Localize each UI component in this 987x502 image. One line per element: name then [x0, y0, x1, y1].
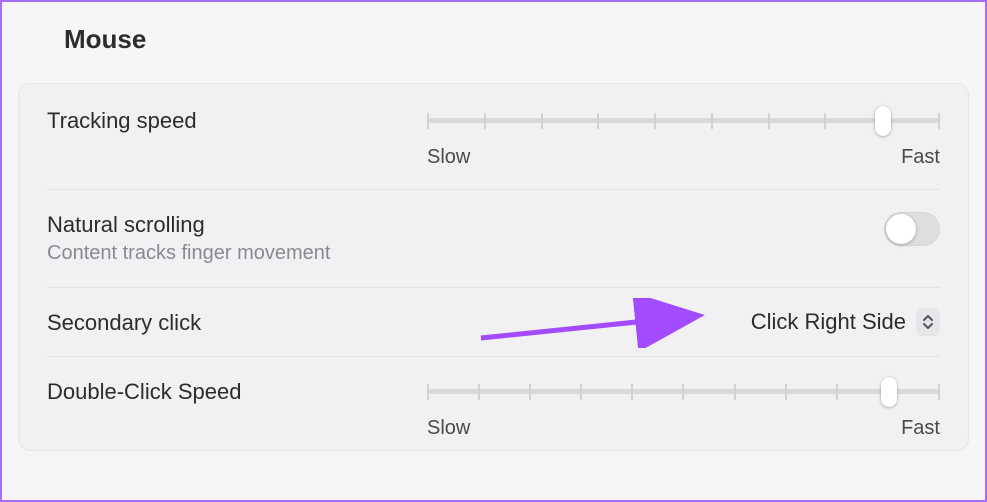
slider-tick — [427, 384, 429, 400]
slider-tick — [484, 113, 486, 129]
tracking-speed-label: Tracking speed — [47, 108, 427, 134]
double-click-speed-thumb[interactable] — [881, 377, 897, 407]
double-click-min-label: Slow — [427, 417, 470, 440]
slider-tick — [541, 113, 543, 129]
slider-tick — [682, 384, 684, 400]
slider-tick — [529, 384, 531, 400]
slider-tick — [711, 113, 713, 129]
natural-scrolling-label: Natural scrolling — [47, 212, 884, 238]
secondary-click-dropdown[interactable]: Click Right Side — [751, 308, 940, 336]
tracking-min-label: Slow — [427, 146, 470, 169]
row-secondary-click: Secondary click Click Right Side — [47, 288, 940, 357]
row-tracking-speed: Tracking speed Slow Fast — [47, 84, 940, 190]
slider-tick — [427, 113, 429, 129]
settings-panel: Tracking speed Slow Fast Natural scrolli… — [18, 83, 969, 451]
dropdown-stepper-icon — [916, 308, 940, 336]
row-double-click-speed: Double-Click Speed Slow Fast — [47, 357, 940, 450]
secondary-click-label: Secondary click — [47, 310, 751, 336]
slider-tick — [597, 113, 599, 129]
slider-tick — [654, 113, 656, 129]
toggle-knob — [886, 214, 916, 244]
row-natural-scrolling: Natural scrolling Content tracks finger … — [47, 190, 940, 288]
slider-tick — [824, 113, 826, 129]
slider-tick — [580, 384, 582, 400]
tracking-max-label: Fast — [901, 146, 940, 169]
secondary-click-value: Click Right Side — [751, 309, 906, 335]
tracking-speed-thumb[interactable] — [875, 106, 891, 136]
slider-tick — [938, 384, 940, 400]
double-click-max-label: Fast — [901, 417, 940, 440]
slider-tick — [631, 384, 633, 400]
natural-scrolling-toggle[interactable] — [884, 212, 940, 246]
double-click-speed-label: Double-Click Speed — [47, 379, 427, 405]
slider-tick — [836, 384, 838, 400]
slider-tick — [768, 113, 770, 129]
slider-tick — [734, 384, 736, 400]
slider-tick — [478, 384, 480, 400]
natural-scrolling-sublabel: Content tracks finger movement — [47, 242, 884, 265]
slider-tick — [785, 384, 787, 400]
page-title: Mouse — [2, 2, 985, 73]
tracking-speed-slider[interactable] — [427, 108, 940, 132]
slider-tick — [938, 113, 940, 129]
double-click-speed-slider[interactable] — [427, 379, 940, 403]
